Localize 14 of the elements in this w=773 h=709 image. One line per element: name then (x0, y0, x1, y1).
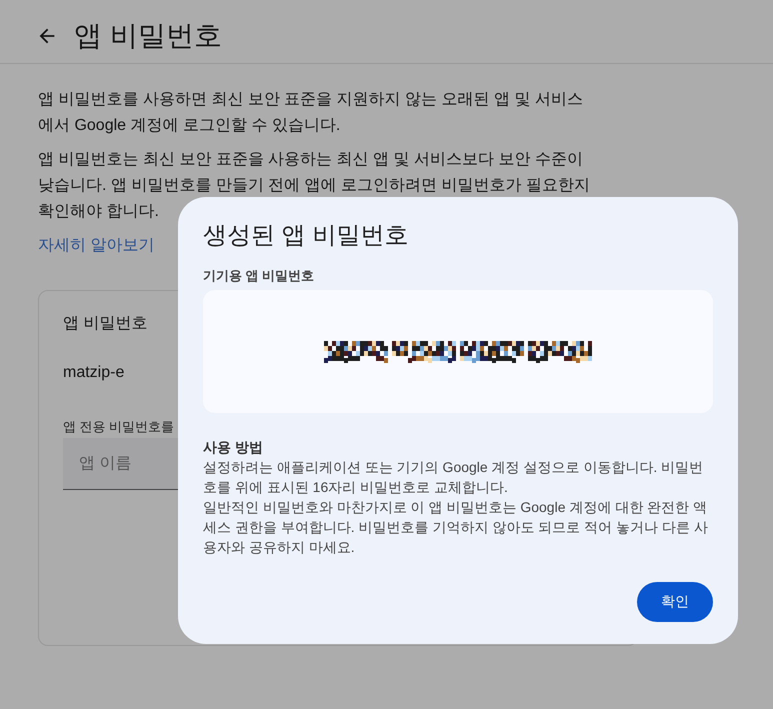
learn-more-link[interactable]: 자세히 알아보기 (38, 233, 154, 259)
intro-paragraph: 앱 비밀번호는 최신 보안 표준을 사용하는 최신 앱 및 서비스보다 보안 수준이 낮습니다. 앱 비밀번호를 만들기 전에 앱에 로그인하려면 비밀번호가 필요한지 확인해야 합니다. (38, 150, 592, 222)
dialog-title: 생성된 앱 비밀번호 (203, 221, 410, 251)
app-name-field[interactable]: 앱 이름 (63, 438, 178, 490)
app-name: matzip-e (63, 364, 126, 382)
intro-paragraph: 앱 비밀번호를 사용하면 최신 보안 표준을 지원하지 않는 오래된 앱 및 서비스에서 Google 계정에 로그인할 수 있습니다. (38, 90, 584, 136)
create-label: 앱 전용 비밀번호를 (63, 418, 176, 436)
instructions-heading: 사용 방법 (203, 439, 264, 457)
password-label: 기기용 앱 비밀번호 (203, 267, 316, 285)
instructions-text: 설정하려는 애플리케이션 또는 기기의 Google 계정 설정으로 이동합니다. 비밀번호를 위에 표시된 16자리 비밀번호로 교체합니다. (203, 458, 704, 497)
confirm-button[interactable]: 확인 (637, 582, 713, 622)
page-title: 앱 비밀번호 (74, 19, 222, 53)
card-title: 앱 비밀번호 (63, 314, 148, 334)
instructions-text: 일반적인 비밀번호와 마찬가지로 이 앱 비밀번호는 Google 계정에 대한 완전한 액세스 권한을 부여합니다. 비밀번호를 기억하지 않아도 되므로 적어 놓거나 다른 사용자와 공유하지 마세요. (203, 498, 709, 557)
